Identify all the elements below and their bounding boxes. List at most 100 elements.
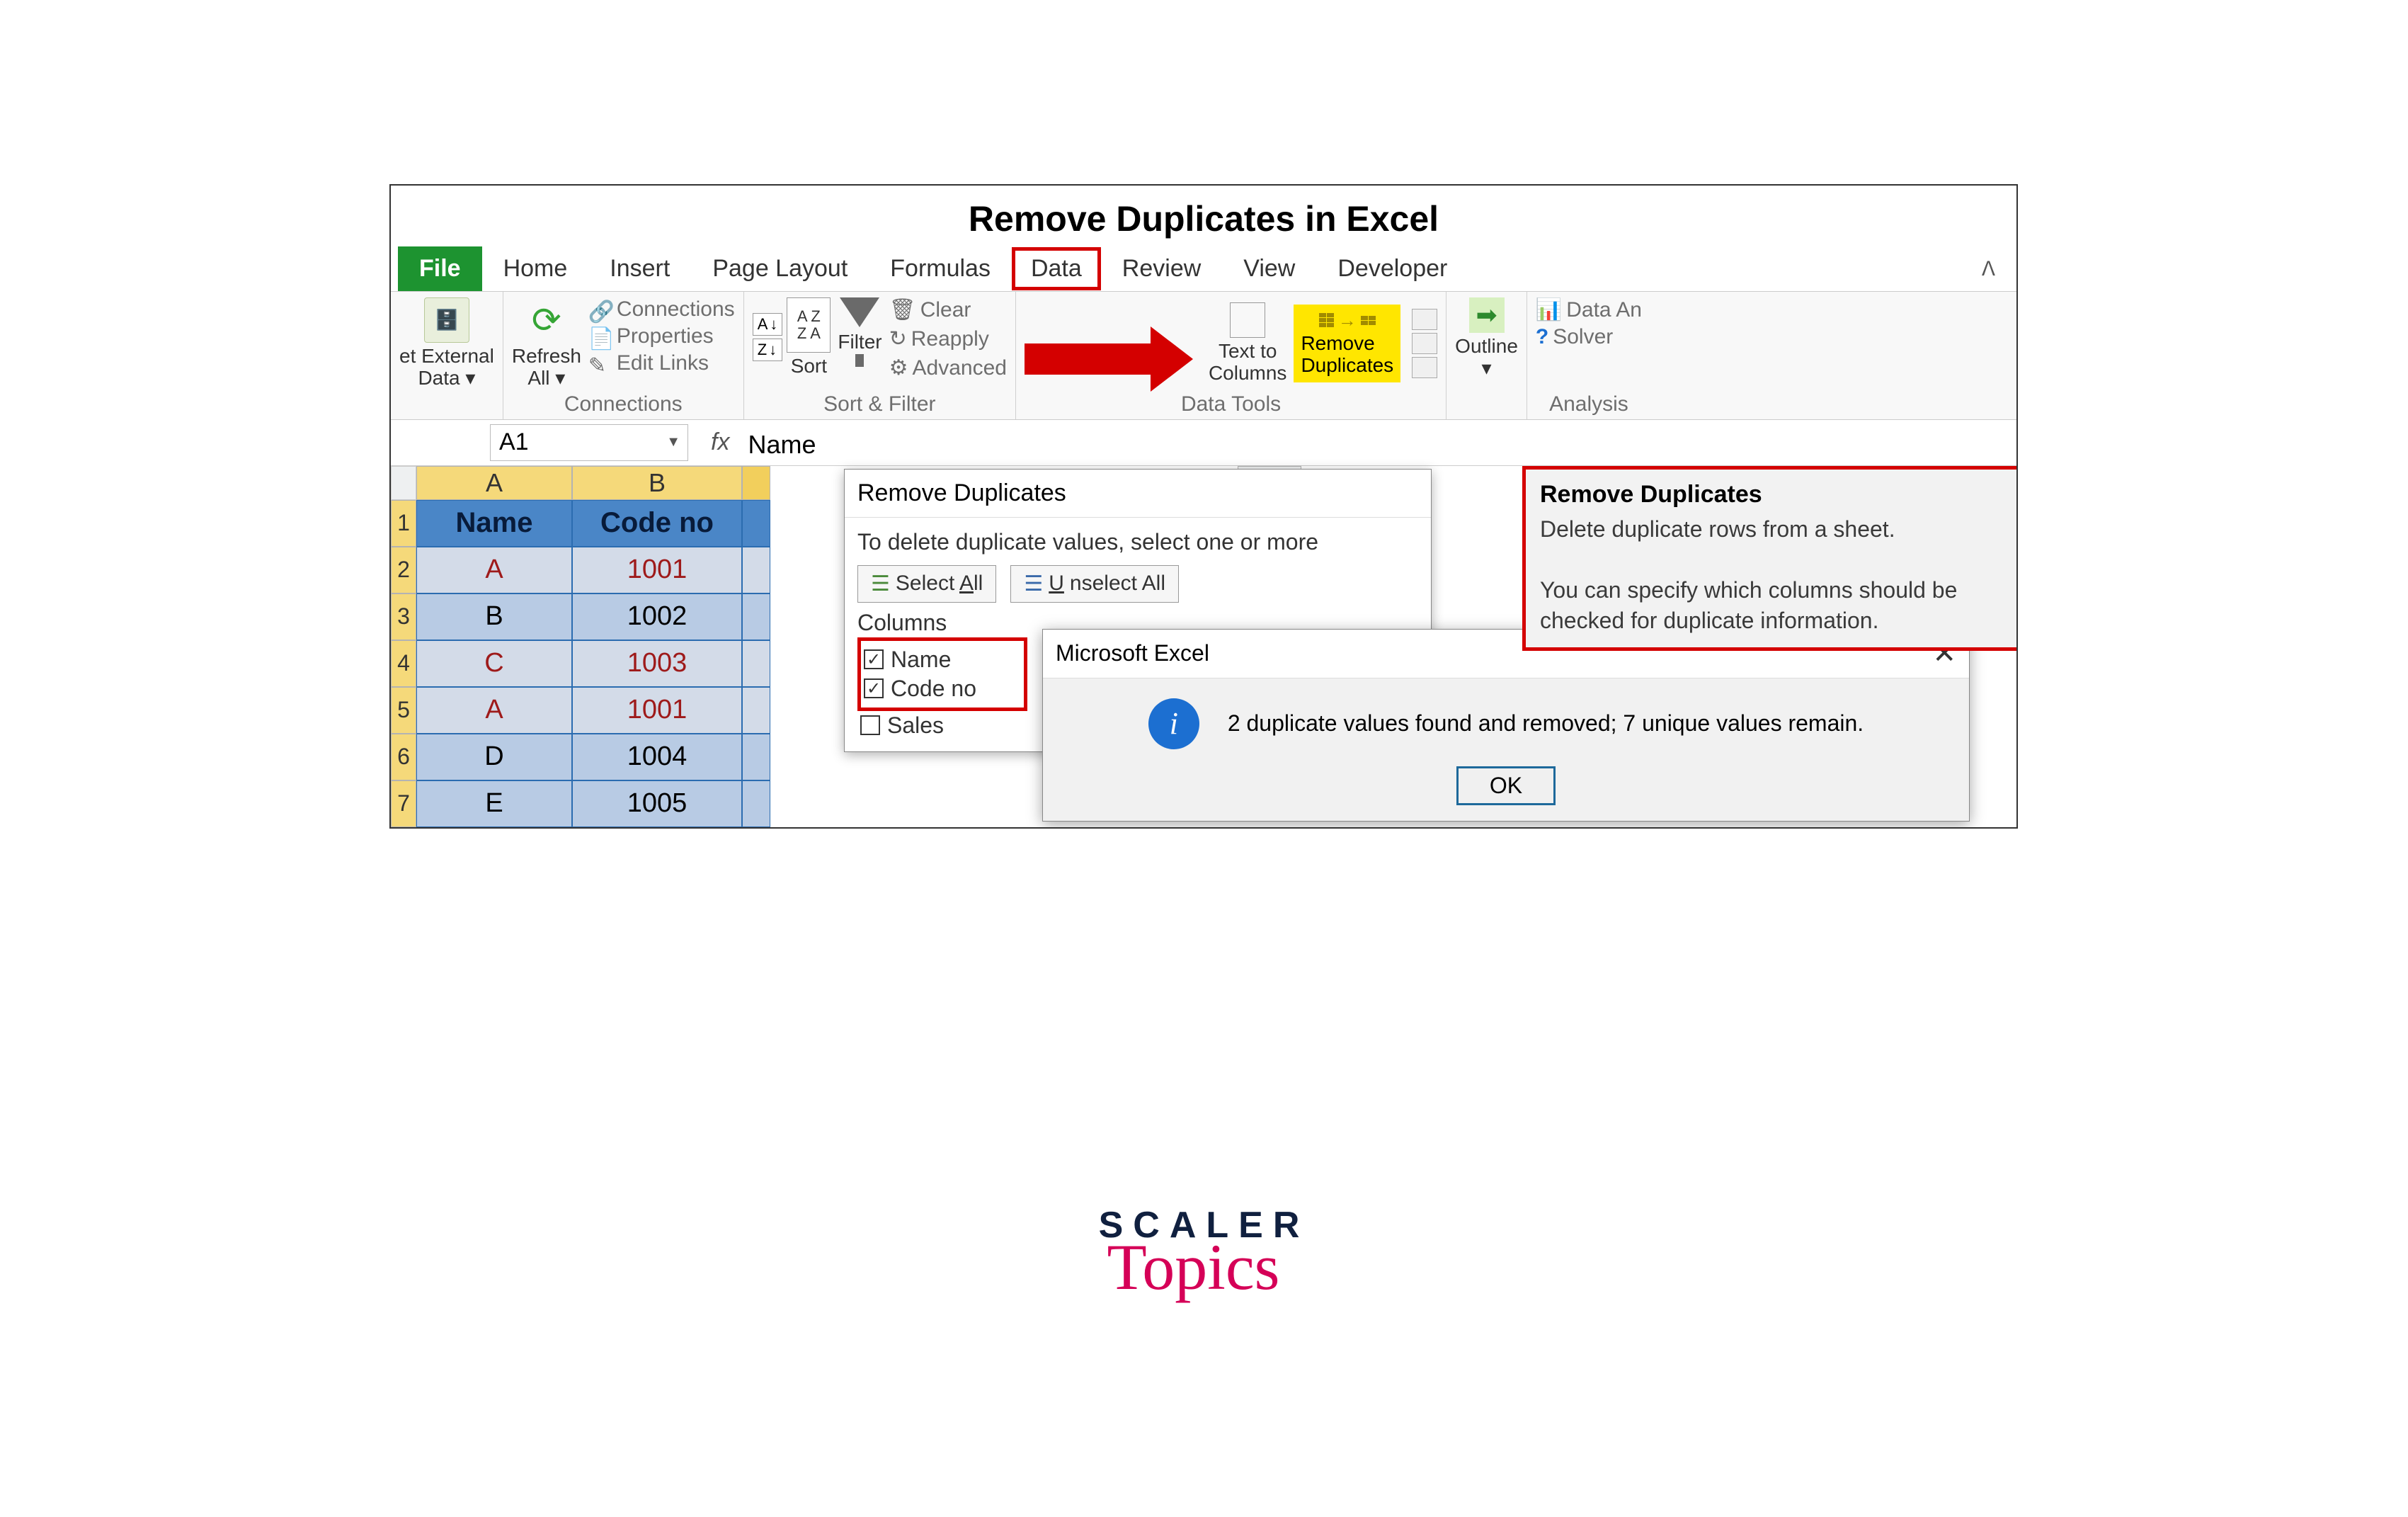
row-header[interactable]: 4 xyxy=(391,640,416,687)
tab-data[interactable]: Data xyxy=(1012,247,1101,290)
row-header[interactable]: 3 xyxy=(391,593,416,640)
tab-formulas[interactable]: Formulas xyxy=(869,246,1012,291)
cell[interactable]: A xyxy=(416,687,572,734)
checkbox-code[interactable]: ✓Code no xyxy=(864,674,1020,703)
sort-icon: A ZZ A xyxy=(787,297,831,353)
tab-insert[interactable]: Insert xyxy=(588,246,691,291)
tab-view[interactable]: View xyxy=(1222,246,1316,291)
ok-button[interactable]: OK xyxy=(1456,766,1556,805)
ribbon-tabs: File Home Insert Page Layout Formulas Da… xyxy=(391,246,2016,292)
annotation-arrow xyxy=(1025,343,1152,375)
solver-button[interactable]: ?Solver xyxy=(1536,325,1642,349)
group-label-analysis: Analysis xyxy=(1536,390,1642,416)
cell[interactable]: 1004 xyxy=(572,734,742,780)
select-all-button[interactable]: ☰Select All xyxy=(857,565,996,603)
filter-button[interactable]: Filter xyxy=(838,297,881,353)
tooltip-title: Remove Duplicates xyxy=(1540,481,2004,508)
group-label-sort-filter: Sort & Filter xyxy=(753,390,1007,416)
sort-asc-button[interactable]: A↓ xyxy=(753,313,783,336)
advanced-filter-button[interactable]: ⚙Advanced xyxy=(889,356,1007,380)
unselect-all-button[interactable]: ☰Unselect All xyxy=(1010,565,1179,603)
cell[interactable]: A xyxy=(416,547,572,593)
cell[interactable]: C xyxy=(416,640,572,687)
refresh-icon: ⟳ xyxy=(524,297,569,343)
data-validation-button[interactable] xyxy=(1412,309,1437,330)
col-header-a[interactable]: A xyxy=(416,466,572,500)
tab-file[interactable]: File xyxy=(398,246,482,291)
cell[interactable]: 1001 xyxy=(572,547,742,593)
properties-button[interactable]: 📄Properties xyxy=(588,324,735,348)
outline-icon: ➡ xyxy=(1469,297,1505,333)
tab-review[interactable]: Review xyxy=(1101,246,1222,291)
remove-duplicates-icon: → xyxy=(1319,310,1376,331)
name-box[interactable]: A1▼ xyxy=(490,424,688,461)
consolidate-button[interactable] xyxy=(1412,333,1437,354)
sort-desc-button[interactable]: Z↓ xyxy=(753,339,783,361)
group-label-connections: Connections xyxy=(512,390,735,416)
fx-label[interactable]: fx xyxy=(698,428,742,456)
cell[interactable]: 1002 xyxy=(572,593,742,640)
reapply-button[interactable]: ↻Reapply xyxy=(889,326,1007,351)
group-label-data-tools: Data Tools xyxy=(1025,390,1437,416)
connections-button[interactable]: 🔗Connections xyxy=(588,297,735,322)
row-header[interactable]: 1 xyxy=(391,500,416,547)
solver-icon: ? xyxy=(1536,325,1548,349)
dialog-title: Remove Duplicates xyxy=(845,470,1431,518)
edit-links-icon: ✎ xyxy=(588,353,612,373)
table-header-name[interactable]: Name xyxy=(416,500,572,547)
select-all-icon: ☰ xyxy=(871,572,890,596)
cell[interactable]: D xyxy=(416,734,572,780)
formula-input[interactable]: Name xyxy=(742,424,2016,461)
clear-icon: 🗑 xyxy=(889,297,916,322)
ribbon-body: 🗄️ et External Data ▾ ⟳ Refresh All ▾ 🔗C… xyxy=(391,292,2016,420)
formula-bar: A1▼ fx Name xyxy=(391,420,2016,466)
columns-icon xyxy=(1230,302,1265,338)
data-analysis-button[interactable]: 📊Data An xyxy=(1536,297,1642,322)
tab-home[interactable]: Home xyxy=(482,246,589,291)
cell[interactable]: 1003 xyxy=(572,640,742,687)
advanced-icon: ⚙ xyxy=(889,356,908,380)
info-icon: i xyxy=(1148,698,1199,749)
row-header[interactable]: 2 xyxy=(391,547,416,593)
unselect-all-icon: ☰ xyxy=(1024,572,1043,596)
row-header[interactable]: 5 xyxy=(391,687,416,734)
col-header-b[interactable]: B xyxy=(572,466,742,500)
page-title: Remove Duplicates in Excel xyxy=(391,186,2016,246)
text-to-columns-button[interactable]: Text to Columns xyxy=(1209,302,1286,385)
refresh-all-button[interactable]: ⟳ Refresh All ▾ xyxy=(512,297,581,390)
checkbox-name[interactable]: ✓Name xyxy=(864,645,1020,674)
tooltip-line1: Delete duplicate rows from a sheet. xyxy=(1540,514,2004,545)
sort-button[interactable]: A ZZ A Sort xyxy=(787,297,831,377)
properties-icon: 📄 xyxy=(588,326,612,346)
dialog2-message: 2 duplicate values found and removed; 7 … xyxy=(1228,710,1864,737)
what-if-button[interactable] xyxy=(1412,357,1437,378)
tooltip-line2: You can specify which columns should be … xyxy=(1540,575,2004,636)
outline-button[interactable]: ➡ Outline ▾ xyxy=(1455,297,1518,380)
row-header[interactable]: 6 xyxy=(391,734,416,780)
get-external-data-button[interactable]: 🗄️ et External Data ▾ xyxy=(399,297,494,390)
dialog-instruction: To delete duplicate values, select one o… xyxy=(857,529,1418,555)
dialog2-title: Microsoft Excel xyxy=(1056,640,1209,666)
scaler-logo: SCALER Topics xyxy=(1099,1204,1310,1305)
tab-developer[interactable]: Developer xyxy=(1316,246,1468,291)
clear-filter-button[interactable]: 🗑Clear xyxy=(889,297,1007,322)
collapse-ribbon-icon[interactable]: ᐱ xyxy=(1975,250,2016,288)
cell[interactable]: E xyxy=(416,780,572,827)
filter-icon xyxy=(840,297,879,327)
database-icon: 🗄️ xyxy=(424,297,469,343)
cell[interactable]: 1001 xyxy=(572,687,742,734)
analysis-icon: 📊 xyxy=(1536,297,1562,322)
sheet-area: A B F 1 Name Code no 2 A 1001 xyxy=(391,466,2016,827)
name-box-dropdown-icon[interactable]: ▼ xyxy=(659,434,687,450)
table-header-code[interactable]: Code no xyxy=(572,500,742,547)
select-all-corner[interactable] xyxy=(391,466,416,500)
cell[interactable]: B xyxy=(416,593,572,640)
edit-links-button[interactable]: ✎Edit Links xyxy=(588,351,735,375)
cell[interactable]: 1005 xyxy=(572,780,742,827)
reapply-icon: ↻ xyxy=(889,326,907,351)
tab-page-layout[interactable]: Page Layout xyxy=(691,246,869,291)
result-dialog: Microsoft Excel ✕ i 2 duplicate values f… xyxy=(1042,629,1970,822)
row-header[interactable]: 7 xyxy=(391,780,416,827)
link-icon: 🔗 xyxy=(588,300,612,319)
remove-duplicates-button[interactable]: → Remove Duplicates xyxy=(1294,305,1400,382)
